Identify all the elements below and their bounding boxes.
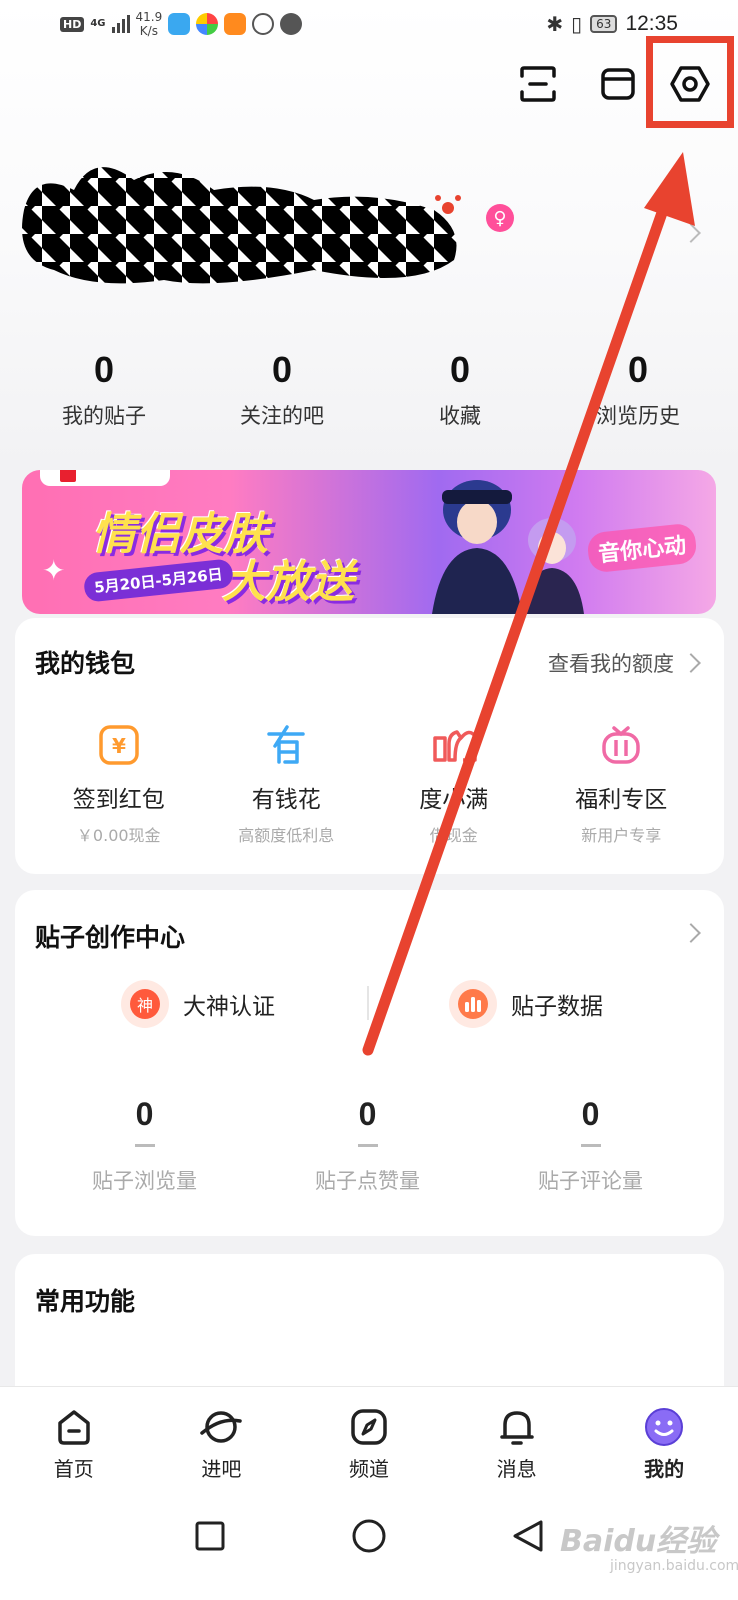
tab-jinba[interactable]: 进吧 [148,1387,296,1492]
trend-dash [134,1144,155,1147]
stat-value: 0 [581,1096,600,1132]
stat-label: 贴子评论量 [538,1169,643,1193]
tab-label: 首页 [53,1457,94,1481]
tab-home[interactable]: 首页 [0,1387,148,1492]
trend-dash [580,1144,601,1147]
stat-value: 0 [358,1096,377,1132]
watermark-sub: jingyan.baidu.com [610,1558,738,1574]
tab-label: 频道 [348,1457,389,1481]
tab-label: 消息 [496,1457,537,1481]
tab-mine[interactable]: 我的 [590,1387,738,1492]
tab-label: 进吧 [201,1457,242,1481]
common-functions-title: 常用功能 [35,1287,136,1316]
trend-dash [357,1144,378,1147]
watermark: Baidu经验 [560,1524,717,1559]
recent-apps-icon[interactable] [188,1514,232,1558]
stat-value: 0 [135,1096,154,1132]
bell-icon [495,1405,539,1449]
stat-post-comments: 0 贴子评论量 [479,1096,702,1195]
planet-icon [199,1405,243,1449]
common-functions-card: 常用功能 [15,1254,724,1386]
bottom-tab-bar: 首页 进吧 频道 消息 我的 [0,1386,738,1492]
smiley-icon [642,1405,686,1449]
tab-label: 我的 [644,1457,685,1481]
stat-label: 贴子点赞量 [315,1169,420,1193]
home-circle-icon[interactable] [347,1514,391,1558]
back-triangle-icon[interactable] [506,1514,550,1558]
tab-messages[interactable]: 消息 [443,1387,591,1492]
stat-label: 贴子浏览量 [92,1169,197,1193]
tab-channel[interactable]: 频道 [295,1387,443,1492]
stat-post-views: 0 贴子浏览量 [33,1096,256,1195]
compass-icon [347,1405,391,1449]
annotation-arrow [362,152,695,1056]
home-icon [52,1405,96,1449]
stat-post-likes: 0 贴子点赞量 [256,1096,479,1195]
